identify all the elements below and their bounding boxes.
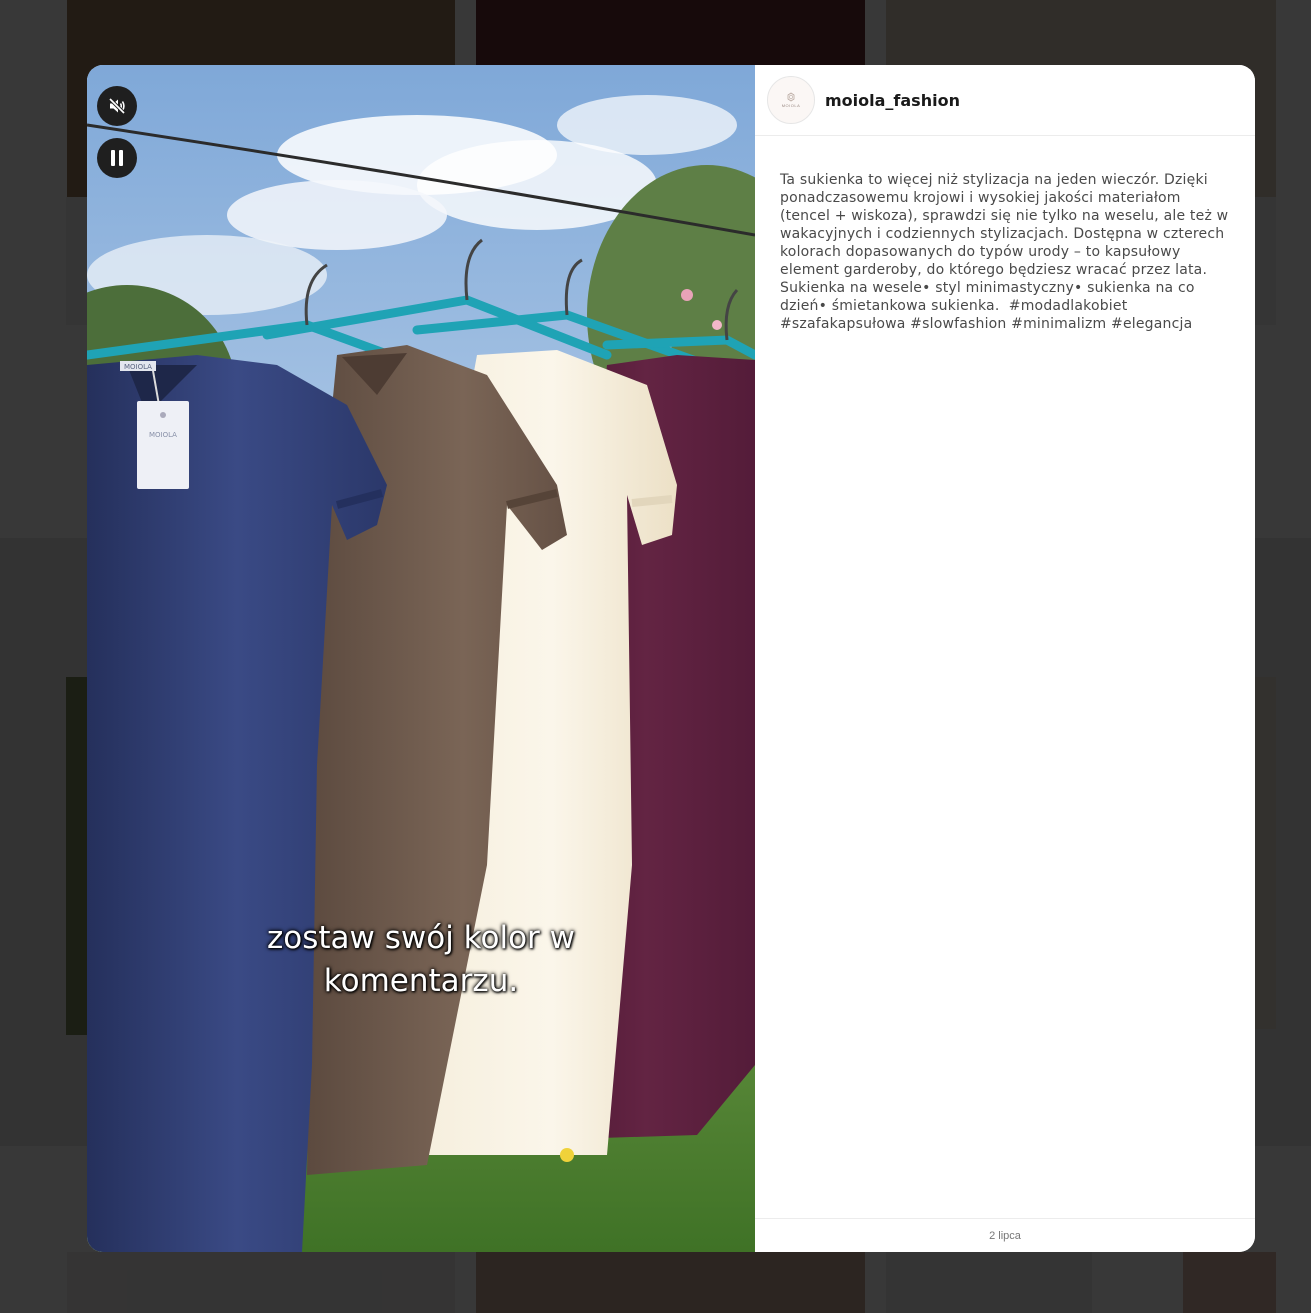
brand-logo-icon — [787, 92, 795, 102]
post-body: Ta sukienka to więcej niż stylizacja na … — [755, 136, 1255, 1218]
tag-logo: MOIOLA — [149, 431, 177, 439]
post-date: 2 lipca — [755, 1218, 1255, 1252]
video-frame: MOIOLA MOIOLA — [87, 65, 755, 1252]
post-modal: MOIOLA MOIOLA zostaw swój kolor w koment… — [87, 65, 1255, 1252]
post-details-panel: MOIOLA moiola_fashion Ta sukienka to wię… — [755, 65, 1255, 1252]
post-description: Ta sukienka to więcej niż stylizacja na … — [780, 172, 1233, 332]
mute-button[interactable] — [97, 86, 137, 126]
avatar[interactable]: MOIOLA — [767, 76, 815, 124]
video-caption: zostaw swój kolor w komentarzu. — [87, 917, 755, 1003]
pause-button[interactable] — [97, 138, 137, 178]
volume-off-icon — [108, 97, 126, 115]
username[interactable]: moiola_fashion — [825, 91, 960, 110]
caption-line-1: zostaw swój kolor w — [266, 920, 576, 956]
avatar-logo-text: MOIOLA — [781, 103, 801, 108]
video-player[interactable]: MOIOLA MOIOLA zostaw swój kolor w koment… — [87, 65, 755, 1252]
pause-icon — [111, 150, 123, 166]
post-header: MOIOLA moiola_fashion — [755, 65, 1255, 136]
label-logo: MOIOLA — [124, 363, 152, 371]
caption-line-2: komentarzu. — [323, 963, 519, 999]
